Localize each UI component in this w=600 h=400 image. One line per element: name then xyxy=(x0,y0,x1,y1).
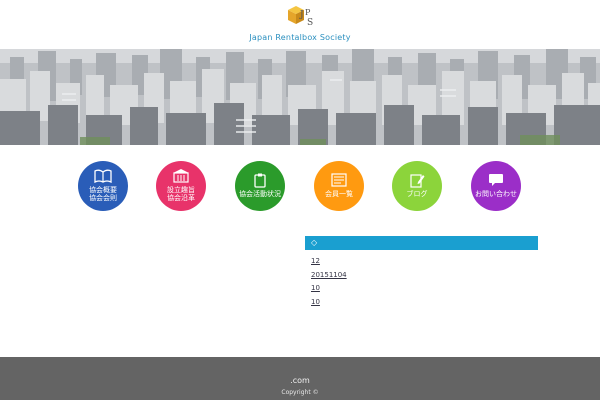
nav-label: 協会概要 協会会則 xyxy=(89,186,117,202)
list-item: 12 xyxy=(305,255,538,269)
nav-label: 協会活動状況 xyxy=(239,190,281,198)
site-title[interactable]: Japan Rentalbox Society xyxy=(0,33,600,42)
nav-activity-status[interactable]: 協会活動状況 xyxy=(235,161,285,211)
box-logo-icon: J P S xyxy=(288,6,313,28)
nav-label: 設立趣旨 協会沿革 xyxy=(167,186,195,202)
svg-text:J: J xyxy=(299,10,304,20)
site-footer: .com Copyright © xyxy=(0,357,600,400)
main-navigation: 協会概要 協会会則 設立趣旨 協会沿革 協会活動状況 会員一覧 ブログ お問い合… xyxy=(0,161,600,213)
open-book-icon xyxy=(94,168,112,184)
site-header: J P S Japan Rentalbox Society xyxy=(0,0,600,49)
news-link[interactable]: 10 xyxy=(311,298,320,306)
nav-member-list[interactable]: 会員一覧 xyxy=(314,161,364,211)
nav-label: 会員一覧 xyxy=(325,190,353,198)
list-item: 10 xyxy=(305,282,538,296)
svg-text:P: P xyxy=(305,8,311,17)
nav-founding-purpose[interactable]: 設立趣旨 協会沿革 xyxy=(156,161,206,211)
nav-contact[interactable]: お問い合わせ xyxy=(471,161,521,211)
speech-bubble-icon xyxy=(488,172,504,188)
list-item: 10 xyxy=(305,296,538,310)
building-icon xyxy=(173,168,189,184)
news-list: 12 20151104 10 10 xyxy=(305,255,538,309)
nav-label: お問い合わせ xyxy=(475,190,517,198)
news-link[interactable]: 12 xyxy=(311,257,320,265)
news-heading: ◇ xyxy=(305,236,538,250)
svg-text:S: S xyxy=(307,18,313,28)
footer-domain: .com xyxy=(290,376,310,385)
news-link[interactable]: 10 xyxy=(311,284,320,292)
site-logo[interactable]: J P S xyxy=(286,3,316,29)
nav-association-overview[interactable]: 協会概要 協会会則 xyxy=(78,161,128,211)
list-item: 20151104 xyxy=(305,269,538,283)
document-list-icon xyxy=(331,172,347,188)
news-widget: ◇ 12 20151104 10 10 xyxy=(305,236,538,309)
pen-edit-icon xyxy=(409,172,425,188)
city-banner-image xyxy=(0,49,600,145)
clipboard-icon xyxy=(254,172,266,188)
footer-copyright: Copyright © xyxy=(281,389,319,396)
city-skyline-image xyxy=(0,49,600,145)
nav-label: ブログ xyxy=(406,190,428,198)
news-link[interactable]: 20151104 xyxy=(311,271,347,279)
nav-blog[interactable]: ブログ xyxy=(392,161,442,211)
